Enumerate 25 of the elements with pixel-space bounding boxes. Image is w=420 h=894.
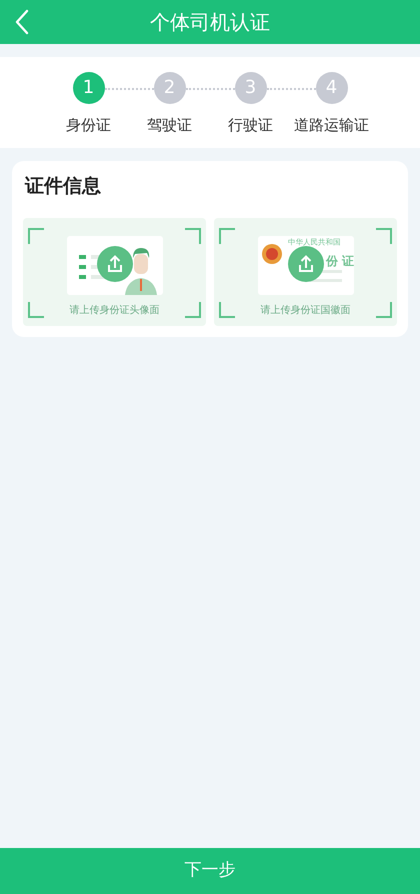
page-title: 个体司机认证 (150, 9, 270, 36)
frame-corner (185, 302, 201, 318)
step-number[interactable]: 4 (316, 72, 348, 104)
emblem-icon (262, 244, 282, 264)
frame-corner (376, 228, 392, 244)
step-label: 身份证 (66, 115, 111, 136)
frame-corner (219, 228, 235, 244)
frame-corner (28, 302, 44, 318)
section-title: 证件信息 (25, 175, 102, 198)
frame-corner (219, 302, 235, 318)
frame-corner (28, 228, 44, 244)
upload-caption: 请上传身份证国徽面 (260, 304, 352, 318)
step-number[interactable]: 3 (234, 72, 266, 104)
card-text: 份 证 (326, 254, 354, 267)
step-number[interactable]: 2 (154, 72, 186, 104)
next-button[interactable]: 下一步 (0, 848, 420, 894)
step-number[interactable]: 1 (72, 72, 104, 104)
back-icon (15, 9, 29, 35)
frame-corner (376, 302, 392, 318)
frame-corner (185, 228, 201, 244)
step-label: 驾驶证 (147, 115, 192, 136)
upload-caption: 请上传身份证头像面 (68, 304, 160, 318)
upload-area[interactable]: 请上传身份证头像面 (23, 218, 206, 326)
step-label: 道路运输证 (294, 115, 369, 136)
step-label: 行驶证 (228, 115, 273, 136)
